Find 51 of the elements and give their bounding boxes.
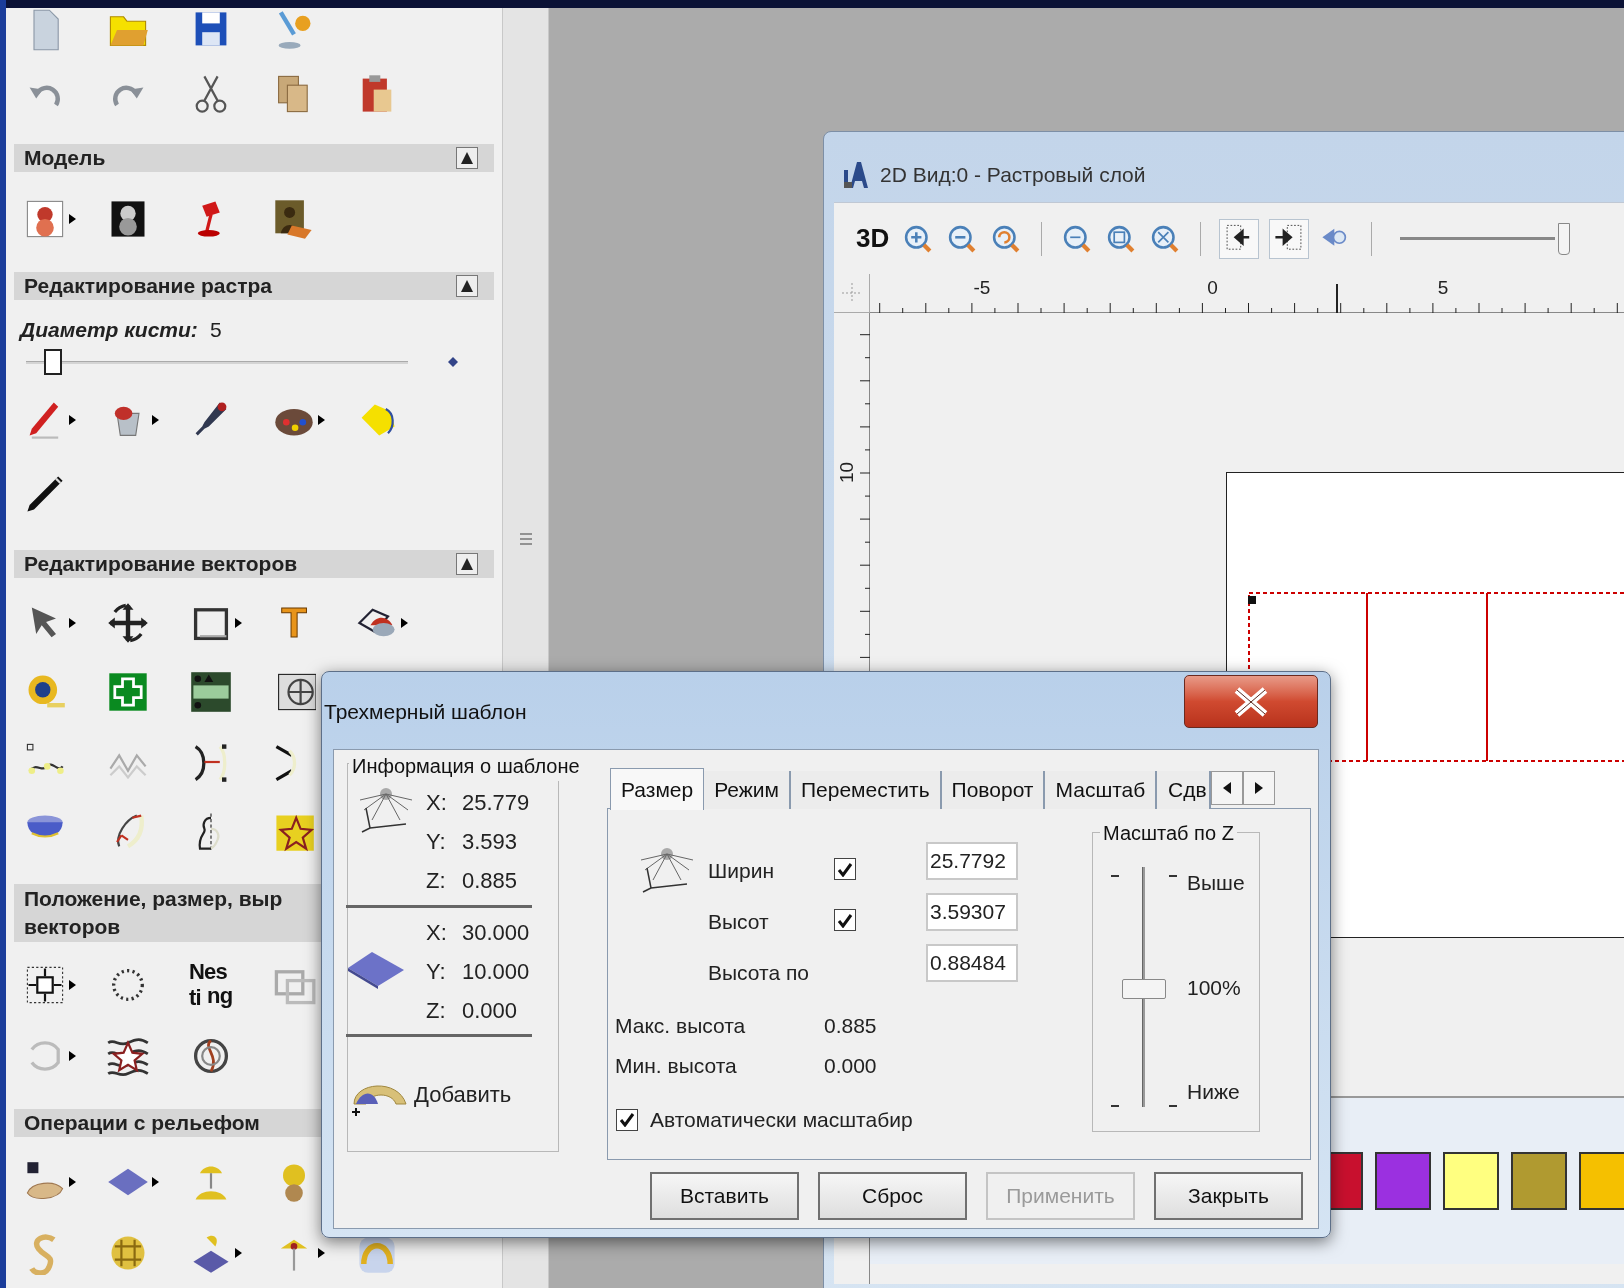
- axis-label: Y:: [426, 961, 447, 983]
- dialog-button[interactable]: Закрыть: [1154, 1172, 1303, 1220]
- axis-label: X:: [426, 922, 448, 944]
- nesting-icon[interactable]: Nes ti ng: [189, 961, 237, 1010]
- coordinate-value: 10.000: [462, 961, 530, 983]
- ruler-label: 5: [1437, 278, 1449, 297]
- tab[interactable]: Сдв: [1157, 771, 1212, 809]
- ruler-label: -5: [973, 278, 991, 297]
- section-header[interactable]: Редактирование векторов: [14, 550, 494, 579]
- section-title: Положение, размер, выр: [24, 886, 283, 913]
- scale-top-label: Выше: [1187, 870, 1245, 896]
- scale-bottom-label: Ниже: [1187, 1079, 1240, 1105]
- field-label: Ширин: [708, 858, 774, 884]
- axis-label: Z:: [426, 1000, 447, 1022]
- section-title: Редактирование векторов: [24, 551, 298, 578]
- number-field[interactable]: 0.88484: [926, 944, 1018, 982]
- section-title: Операции с рельефом: [24, 1110, 260, 1137]
- ruler-label: 10: [837, 461, 857, 484]
- tab[interactable]: Режим: [704, 771, 791, 809]
- section-header[interactable]: Модель: [14, 143, 494, 172]
- axis-label: X:: [426, 792, 448, 814]
- coordinate-value: 0.000: [462, 1000, 518, 1022]
- brush-diameter-value: 5: [209, 317, 222, 344]
- axis-label: Y:: [426, 831, 447, 853]
- tab[interactable]: Переместить: [790, 771, 942, 809]
- tab[interactable]: Поворот: [941, 771, 1046, 809]
- section-title: Редактирование растра: [24, 273, 272, 300]
- stat-value: 0.000: [824, 1053, 877, 1079]
- brush-diameter-label: Диаметр кисти:: [20, 317, 198, 344]
- stat-label: Макс. высота: [615, 1013, 746, 1039]
- tab[interactable]: Масштаб: [1045, 771, 1158, 809]
- checkbox-label: Автоматически масштабир: [650, 1107, 913, 1133]
- ruler-label: 0: [1207, 278, 1218, 297]
- coordinate-value: 3.593: [462, 831, 518, 853]
- stat-label: Мин. высота: [615, 1053, 737, 1079]
- number-field[interactable]: 3.59307: [926, 893, 1018, 931]
- dialog-button[interactable]: Вставить: [650, 1172, 799, 1220]
- coordinate-value: 25.779: [462, 792, 530, 814]
- section-header[interactable]: Редактирование растра: [14, 272, 494, 301]
- dialog-title: Трехмерный шаблон: [324, 698, 527, 725]
- 3d-view-button[interactable]: 3D: [854, 219, 892, 258]
- window-title: 2D Вид:0 - Растровый слой: [880, 162, 1146, 189]
- section-title: векторов: [24, 914, 122, 941]
- field-label: Высот: [708, 909, 769, 935]
- stat-value: 0.885: [824, 1013, 877, 1039]
- field-label: Высота по: [708, 960, 809, 986]
- dialog-button[interactable]: Сброс: [818, 1172, 967, 1220]
- scale-value: 100%: [1187, 975, 1241, 1001]
- tab[interactable]: Размер: [610, 768, 705, 810]
- section-title: Модель: [24, 144, 106, 171]
- number-field[interactable]: 25.7792: [926, 842, 1018, 880]
